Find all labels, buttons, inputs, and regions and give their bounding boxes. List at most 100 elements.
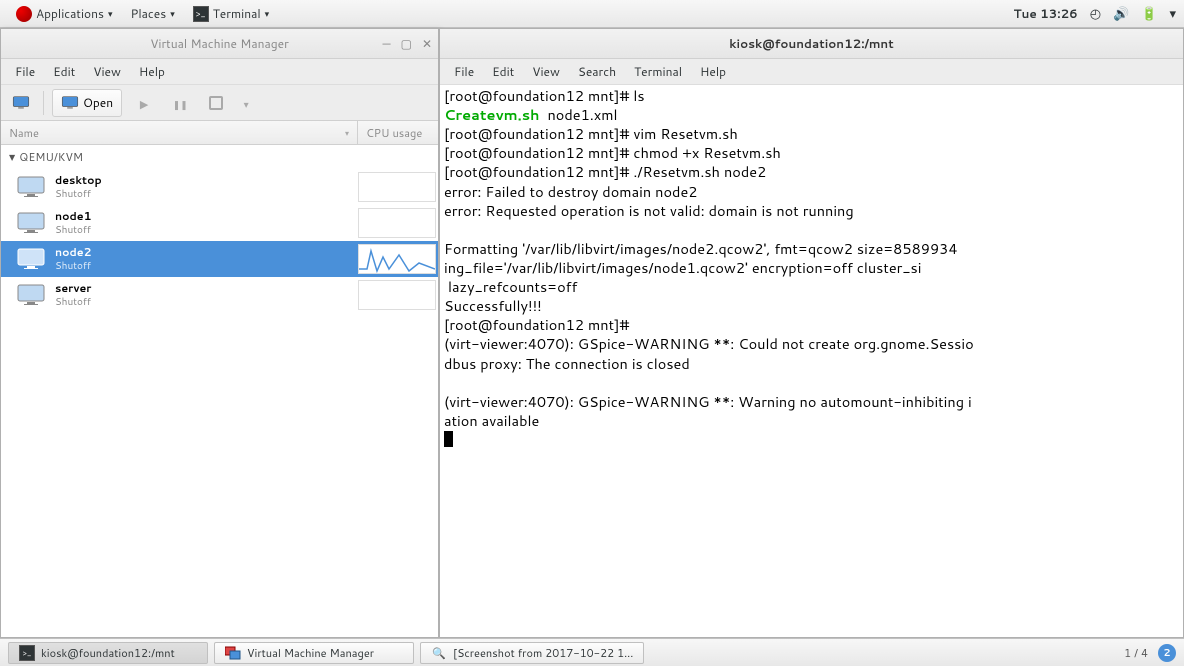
places-label: Places — [130, 5, 166, 22]
monitor-icon — [61, 96, 79, 110]
vm-row-server[interactable]: serverShutoff — [1, 277, 438, 313]
shutdown-menu-button[interactable] — [238, 89, 254, 117]
vm-info: serverShutoff — [55, 282, 358, 307]
menu-help[interactable]: Help — [131, 59, 173, 84]
volume-icon[interactable]: 🔊 — [1113, 5, 1129, 23]
vm-info: node2Shutoff — [55, 246, 358, 271]
term-line: [root@foundation12 mnt]# ./Resetvm.sh no… — [444, 161, 766, 182]
term-line: lazy_refcounts=off — [444, 276, 577, 297]
vm-name: desktop — [55, 174, 358, 187]
power-icon — [209, 96, 223, 110]
vmm-icon — [225, 645, 241, 661]
terminal-icon: >_ — [19, 645, 35, 661]
vm-info: desktopShutoff — [55, 174, 358, 199]
notification-badge[interactable]: 2 — [1158, 644, 1176, 662]
applications-menu[interactable]: Applications ▾ — [8, 1, 120, 26]
shutdown-button[interactable] — [202, 89, 230, 117]
taskbar-image-viewer[interactable]: 🔍 [Screenshot from 2017-10-22 1... — [420, 642, 644, 664]
pause-button[interactable] — [166, 89, 194, 117]
taskbar-terminal-label: kiosk@foundation12:/mnt — [41, 645, 175, 661]
vm-monitor-icon — [15, 283, 47, 307]
term-line: Formatting '/var/lib/libvirt/images/node… — [444, 238, 958, 259]
taskbar-vmm-label: Virtual Machine Manager — [247, 645, 374, 661]
term-menu-edit[interactable]: Edit — [484, 59, 522, 84]
user-menu-caret-icon[interactable]: ▾ — [1169, 5, 1176, 23]
vm-status: Shutoff — [55, 296, 358, 308]
window-close-button[interactable]: ✕ — [422, 35, 432, 52]
vm-monitor-icon — [15, 211, 47, 235]
term-line: [root@foundation12 mnt]# chmod +x Resetv… — [444, 142, 781, 163]
term-menu-help[interactable]: Help — [692, 59, 734, 84]
window-maximize-button[interactable]: ▢ — [401, 35, 412, 52]
menu-view[interactable]: View — [85, 59, 129, 84]
column-name[interactable]: Name ▾ — [1, 121, 358, 144]
vmm-title: Virtual Machine Manager — [150, 35, 289, 52]
term-line: error: Failed to destroy domain node2 — [444, 181, 697, 202]
term-line: Successfully!!! — [444, 295, 542, 316]
term-menu-view[interactable]: View — [524, 59, 568, 84]
term-menu-file[interactable]: File — [446, 59, 482, 84]
monitor-new-icon — [12, 96, 30, 110]
terminal-launcher[interactable]: >_ Terminal ▾ — [185, 1, 277, 26]
terminal-menubar: File Edit View Search Terminal Help — [440, 59, 1183, 85]
vm-cpu-graph — [358, 208, 436, 238]
term-line: ation available — [444, 410, 539, 431]
hypervisor-label: QEMU/KVM — [19, 149, 83, 165]
vmm-column-headers: Name ▾ CPU usage — [1, 121, 438, 145]
window-minimize-button[interactable]: — — [382, 35, 390, 52]
pause-icon — [173, 91, 188, 114]
column-cpu[interactable]: CPU usage — [358, 121, 438, 144]
term-menu-terminal[interactable]: Terminal — [626, 59, 690, 84]
vm-cpu-graph — [358, 280, 436, 310]
run-button[interactable] — [130, 89, 158, 117]
menu-edit[interactable]: Edit — [45, 59, 83, 84]
play-icon — [140, 91, 148, 114]
caret-down-icon: ▾ — [108, 7, 113, 20]
term-line: error: Requested operation is not valid:… — [444, 200, 854, 221]
vmm-titlebar[interactable]: Virtual Machine Manager — ▢ ✕ — [1, 29, 438, 59]
column-cpu-label: CPU usage — [366, 125, 422, 141]
terminal-window: kiosk@foundation12:/mnt File Edit View S… — [439, 28, 1184, 638]
triangle-down-icon: ▼ — [9, 151, 15, 163]
vm-monitor-icon — [15, 247, 47, 271]
term-menu-search[interactable]: Search — [570, 59, 624, 84]
vm-cpu-graph — [358, 172, 436, 202]
terminal-title: kiosk@foundation12:/mnt — [729, 35, 893, 52]
vm-cpu-graph — [358, 244, 436, 274]
menu-file[interactable]: File — [7, 59, 43, 84]
term-line: (virt-viewer:4070): GSpice-WARNING **: W… — [444, 391, 972, 412]
term-line: node1.xml — [540, 104, 618, 125]
hypervisor-group[interactable]: ▼ QEMU/KVM — [1, 145, 438, 169]
vm-status: Shutoff — [55, 224, 358, 236]
terminal-titlebar[interactable]: kiosk@foundation12:/mnt — [440, 29, 1183, 59]
term-line: [root@foundation12 mnt]# ls — [444, 85, 645, 106]
taskbar-vmm[interactable]: Virtual Machine Manager — [214, 642, 414, 664]
taskbar-terminal[interactable]: >_ kiosk@foundation12:/mnt — [8, 642, 208, 664]
new-vm-button[interactable] — [7, 89, 35, 117]
caret-down-icon: ▾ — [170, 7, 175, 20]
vm-name: server — [55, 282, 358, 295]
terminal-body[interactable]: [root@foundation12 mnt]# ls Createvm.sh … — [440, 85, 1183, 637]
term-line: ing_file='/var/lib/libvirt/images/node1.… — [444, 257, 921, 278]
open-button[interactable]: Open — [52, 89, 122, 117]
clock[interactable]: Tue 13:26 — [1013, 5, 1077, 22]
caret-down-icon: ▾ — [265, 7, 270, 20]
vm-status: Shutoff — [55, 260, 358, 272]
vm-info: node1Shutoff — [55, 210, 358, 235]
vm-row-desktop[interactable]: desktopShutoff — [1, 169, 438, 205]
term-line: (virt-viewer:4070): GSpice-WARNING **: C… — [444, 333, 974, 354]
open-label: Open — [83, 94, 113, 111]
workspace-indicator[interactable]: 1 / 4 — [1124, 645, 1148, 661]
redhat-logo-icon — [16, 6, 32, 22]
vm-row-node1[interactable]: node1Shutoff — [1, 205, 438, 241]
term-line-exec: Createvm.sh — [444, 104, 540, 125]
toolbar-separator — [43, 91, 44, 115]
vmm-menubar: File Edit View Help — [1, 59, 438, 85]
applications-label: Applications — [36, 5, 104, 22]
network-wifi-icon[interactable]: ◴ — [1090, 5, 1101, 23]
vm-row-node2[interactable]: node2Shutoff — [1, 241, 438, 277]
battery-icon[interactable]: 🔋 — [1141, 5, 1157, 23]
places-menu[interactable]: Places ▾ — [122, 1, 182, 26]
caret-down-icon — [244, 91, 249, 114]
term-line: [root@foundation12 mnt]# vim Resetvm.sh — [444, 123, 738, 144]
